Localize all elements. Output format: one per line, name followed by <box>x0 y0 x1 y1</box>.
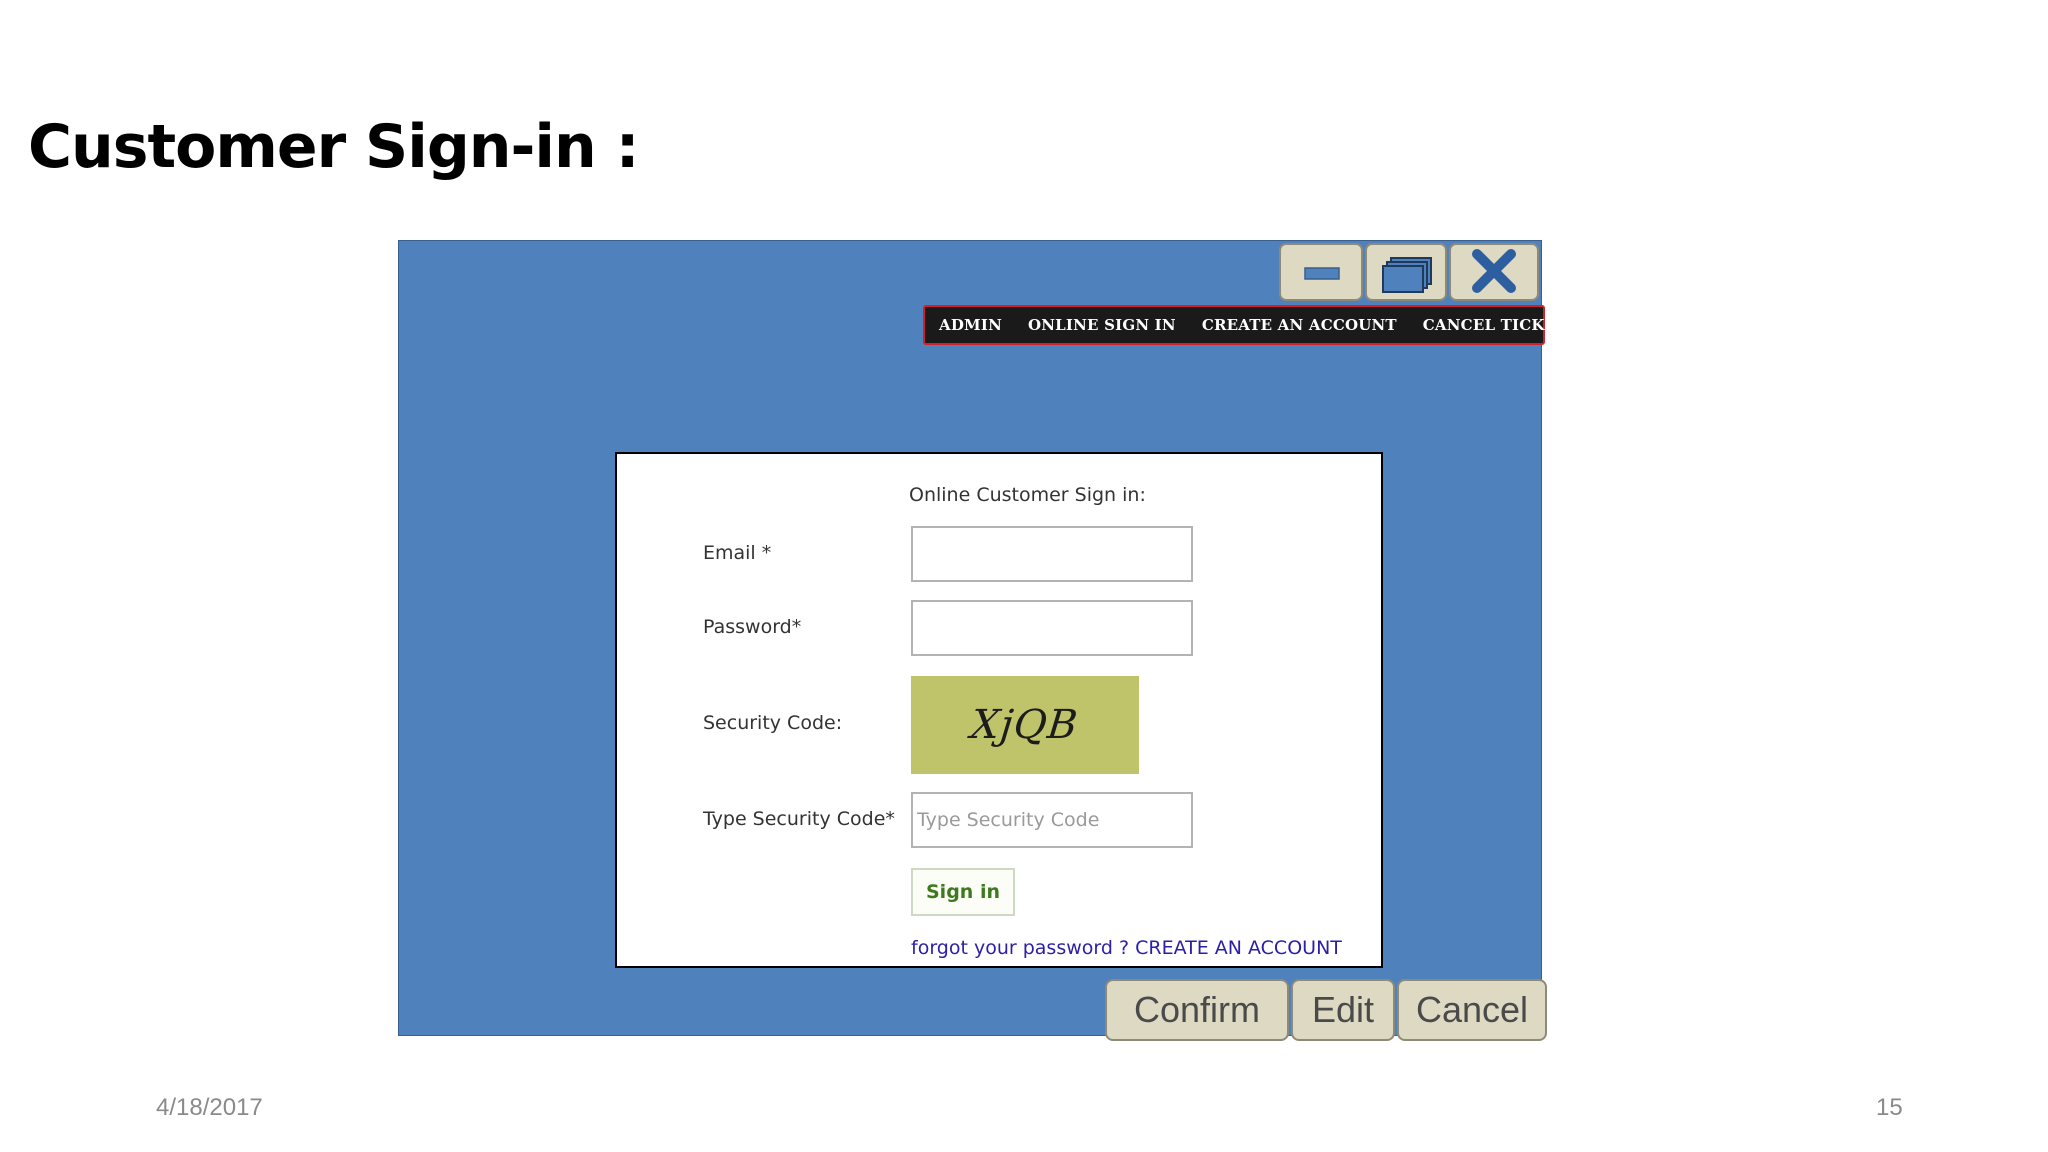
nav-item-admin[interactable]: ADMIN <box>939 316 1002 334</box>
password-label: Password* <box>703 616 802 638</box>
edit-button[interactable]: Edit <box>1291 979 1395 1041</box>
nav-item-cancel-tickets[interactable]: CANCEL TICKETS <box>1423 316 1579 334</box>
slide-title: Customer Sign-in : <box>28 112 640 182</box>
maximize-button[interactable] <box>1365 243 1447 301</box>
cancel-button[interactable]: Cancel <box>1397 979 1547 1041</box>
app-window: ADMIN ONLINE SIGN IN CREATE AN ACCOUNT C… <box>398 240 1578 1041</box>
close-x-icon <box>1472 249 1516 293</box>
security-code-input[interactable] <box>911 792 1193 848</box>
security-code-label: Security Code: <box>703 712 843 734</box>
form-heading: Online Customer Sign in: <box>909 484 1146 506</box>
sign-in-button[interactable]: Sign in <box>911 868 1015 916</box>
password-input[interactable] <box>911 600 1193 656</box>
slide: Customer Sign-in : ADMIN ONLINE SIGN IN … <box>0 0 2048 1152</box>
type-security-code-label: Type Security Code* <box>703 808 895 830</box>
email-label: Email * <box>703 542 772 564</box>
minimize-icon <box>1304 267 1340 280</box>
slide-date: 4/18/2017 <box>156 1094 263 1121</box>
close-button[interactable] <box>1449 243 1539 301</box>
minimize-button[interactable] <box>1279 243 1363 301</box>
create-account-link[interactable]: CREATE AN ACCOUNT <box>1135 937 1342 959</box>
nav-item-online-sign-in[interactable]: ONLINE SIGN IN <box>1028 316 1176 334</box>
slide-page-number: 15 <box>1876 1094 1903 1121</box>
confirm-button[interactable]: Confirm <box>1105 979 1289 1041</box>
nav-item-create-account[interactable]: CREATE AN ACCOUNT <box>1202 316 1397 334</box>
top-nav-bar: ADMIN ONLINE SIGN IN CREATE AN ACCOUNT C… <box>923 305 1578 345</box>
email-input[interactable] <box>911 526 1193 582</box>
form-links: forgot your password ? CREATE AN ACCOUNT <box>911 937 1342 959</box>
captcha-image: XjQB <box>911 676 1139 774</box>
sign-in-form: Online Customer Sign in: Email * Passwor… <box>615 452 1383 968</box>
captcha-text: XjQB <box>969 702 1081 748</box>
restore-windows-icon <box>1382 257 1432 293</box>
forgot-password-link[interactable]: forgot your password ? <box>911 937 1129 959</box>
